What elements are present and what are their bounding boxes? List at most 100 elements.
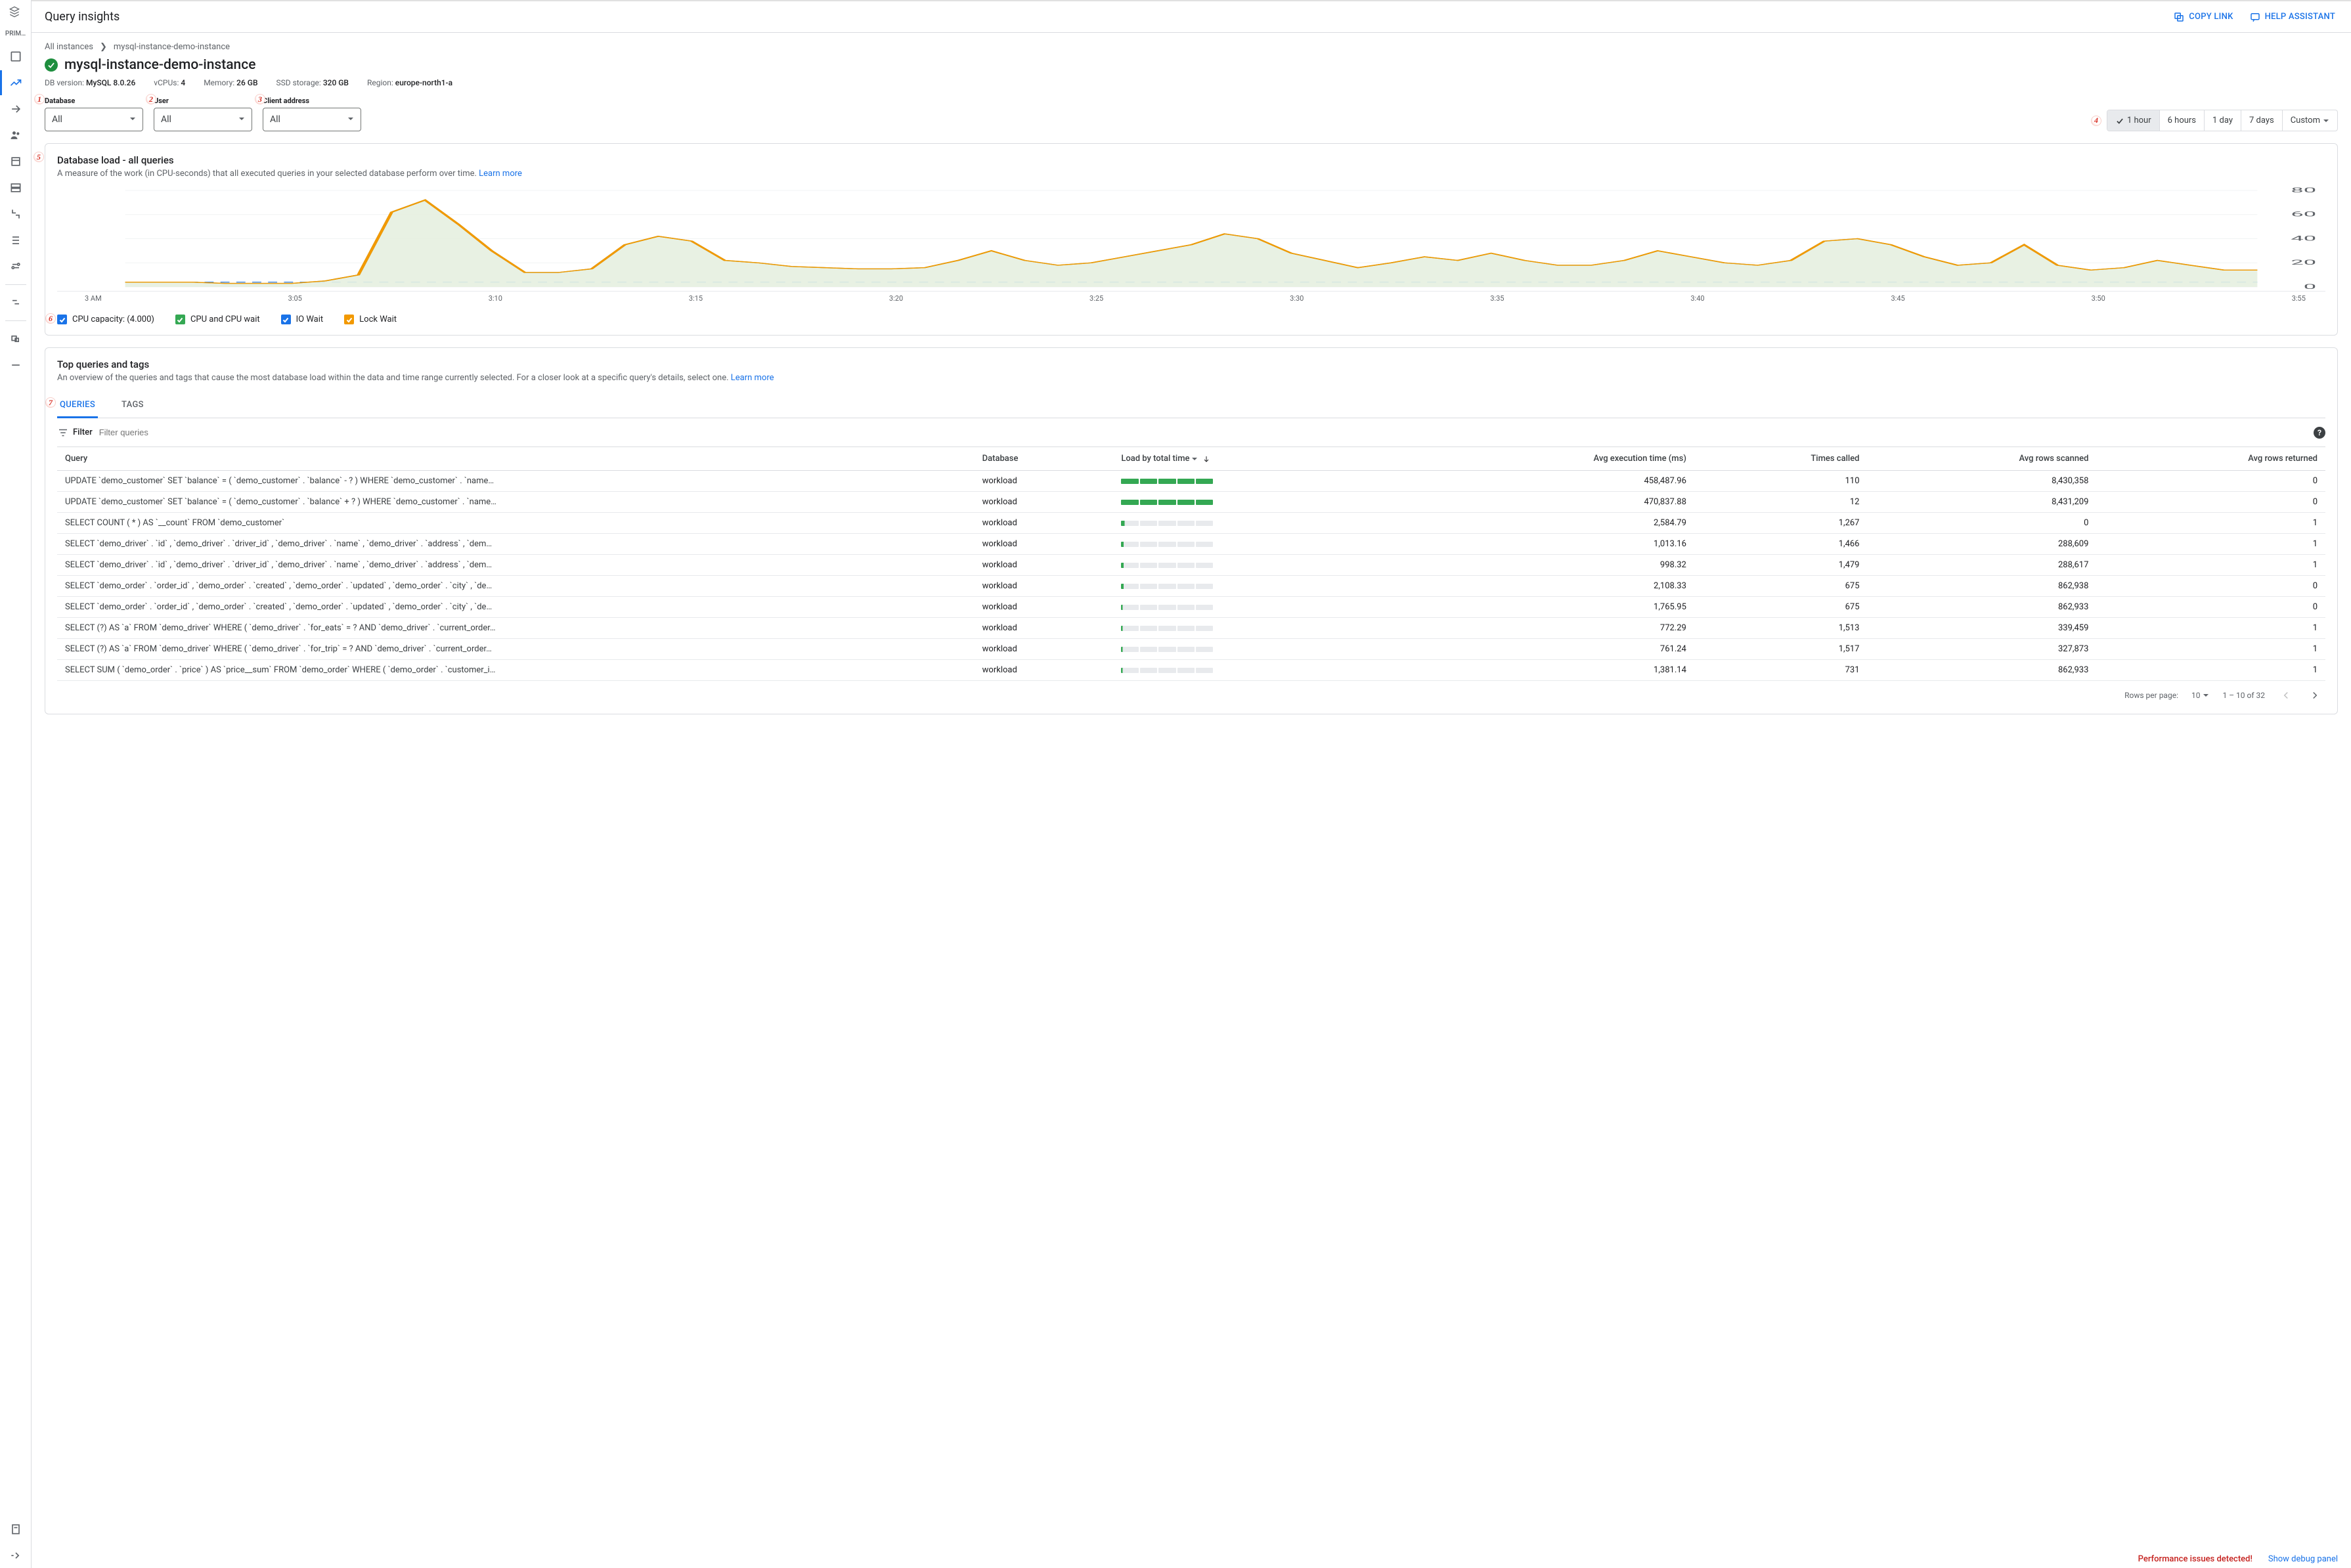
rail-item-migrate[interactable] (3, 97, 29, 121)
rail-item-dashboard[interactable] (3, 44, 29, 69)
rail-item-misc3[interactable] (3, 353, 29, 378)
database-filter-select[interactable]: All (45, 108, 143, 131)
cell-called: 12 (1694, 492, 1868, 513)
x-tick: 3:05 (288, 294, 302, 303)
rail-item-insights[interactable] (3, 70, 29, 95)
filter-input[interactable] (97, 424, 2310, 441)
table-row[interactable]: SELECT (?) AS `a` FROM `demo_driver` WHE… (57, 639, 2325, 660)
product-logo-icon (8, 5, 24, 21)
instance-name: mysql-instance-demo-instance (64, 57, 255, 73)
time-segment-1-day[interactable]: 1 day (2205, 110, 2241, 131)
svg-text:60: 60 (2291, 211, 2316, 219)
cell-load (1113, 618, 1402, 639)
time-segment-6-hours[interactable]: 6 hours (2160, 110, 2205, 131)
help-assistant-button[interactable]: HELP ASSISTANT (2249, 11, 2335, 23)
col-header[interactable]: Avg rows scanned (1868, 447, 2097, 471)
page-title: Query insights (45, 10, 120, 24)
load-bar (1121, 626, 1213, 631)
rail-item-backups[interactable] (3, 175, 29, 200)
show-debug-link[interactable]: Show debug panel (2268, 1554, 2338, 1564)
legend-item[interactable]: CPU and CPU wait (175, 315, 260, 324)
legend-item[interactable]: Lock Wait (344, 315, 397, 324)
col-header[interactable]: Query (57, 447, 975, 471)
load-bar (1121, 521, 1213, 526)
cell-load (1113, 555, 1402, 576)
cell-exec: 998.32 (1403, 555, 1694, 576)
cell-database: workload (975, 597, 1114, 618)
cell-query: SELECT COUNT ( * ) AS `__count` FROM `de… (57, 513, 975, 534)
cell-called: 675 (1694, 576, 1868, 597)
load-bar (1121, 500, 1213, 505)
load-chart[interactable]: 020406080 (57, 186, 2325, 292)
learn-more-link[interactable]: Learn more (479, 169, 522, 179)
cell-exec: 458,487.96 (1403, 471, 1694, 492)
user-filter-select[interactable]: All (154, 108, 252, 131)
table-pager: Rows per page: 10 1 – 10 of 32 (57, 681, 2325, 703)
table-row[interactable]: UPDATE `demo_customer` SET `balance` = (… (57, 471, 2325, 492)
table-row[interactable]: SELECT `demo_order` . `order_id` , `demo… (57, 576, 2325, 597)
col-header[interactable]: Database (975, 447, 1114, 471)
table-row[interactable]: SELECT `demo_driver` . `id` , `demo_driv… (57, 534, 2325, 555)
cell-exec: 761.24 (1403, 639, 1694, 660)
copy-link-button[interactable]: COPY LINK (2173, 11, 2233, 23)
help-icon[interactable]: ? (2314, 427, 2325, 439)
breadcrumb-root[interactable]: All instances (45, 42, 93, 52)
cell-returned: 1 (2096, 660, 2325, 681)
legend-item[interactable]: CPU capacity: (4.000) (57, 315, 154, 324)
x-tick: 3:50 (2092, 294, 2105, 303)
rail-item-release-notes[interactable] (3, 1517, 29, 1542)
tab-tags[interactable]: TAGS (119, 393, 146, 418)
rail-item-users[interactable] (3, 123, 29, 148)
time-segment-7-days[interactable]: 7 days (2241, 110, 2283, 131)
load-bar (1121, 563, 1213, 568)
col-header[interactable]: Avg execution time (ms) (1403, 447, 1694, 471)
learn-more-link[interactable]: Learn more (731, 373, 774, 383)
checkbox-icon (344, 315, 354, 324)
top-queries-subtitle: An overview of the queries and tags that… (57, 373, 2325, 383)
x-tick: 3:40 (1690, 294, 1704, 303)
x-tick: 3:55 (2292, 294, 2306, 303)
rail-item-replicas[interactable] (3, 202, 29, 227)
table-row[interactable]: SELECT (?) AS `a` FROM `demo_driver` WHE… (57, 618, 2325, 639)
load-bar (1121, 668, 1213, 673)
rail-item-databases[interactable] (3, 149, 29, 174)
checkbox-icon (57, 315, 67, 324)
footer-bar: Performance issues detected! Show debug … (32, 1552, 2351, 1568)
rail-item-operations[interactable] (3, 228, 29, 253)
rows-per-page-select[interactable]: 10 (2191, 691, 2210, 700)
cell-returned: 1 (2096, 639, 2325, 660)
rail-item-config[interactable] (3, 254, 29, 279)
time-segment-1-hour[interactable]: 1 hour (2107, 110, 2160, 131)
cell-exec: 1,013.16 (1403, 534, 1694, 555)
instance-header: mysql-instance-demo-instance (45, 56, 2338, 78)
pager-next-button[interactable] (2307, 687, 2323, 703)
svg-text:20: 20 (2291, 259, 2316, 267)
rail-item-misc1[interactable] (3, 290, 29, 315)
table-row[interactable]: SELECT `demo_driver` . `id` , `demo_driv… (57, 555, 2325, 576)
cell-database: workload (975, 471, 1114, 492)
time-segment-custom[interactable]: Custom (2283, 110, 2337, 131)
pager-prev-button[interactable] (2278, 687, 2294, 703)
cell-returned: 1 (2096, 618, 2325, 639)
cell-query: SELECT `demo_order` . `order_id` , `demo… (57, 597, 975, 618)
table-row[interactable]: SELECT COUNT ( * ) AS `__count` FROM `de… (57, 513, 2325, 534)
cell-called: 1,517 (1694, 639, 1868, 660)
table-row[interactable]: SELECT `demo_order` . `order_id` , `demo… (57, 597, 2325, 618)
rail-collapse[interactable] (3, 1543, 29, 1568)
chevron-left-icon (2280, 689, 2292, 701)
table-row[interactable]: SELECT SUM ( `demo_order` . `price` ) AS… (57, 660, 2325, 681)
table-row[interactable]: UPDATE `demo_customer` SET `balance` = (… (57, 492, 2325, 513)
tab-queries[interactable]: QUERIES (57, 393, 98, 418)
col-header[interactable]: Avg rows returned (2096, 447, 2325, 471)
cell-scanned: 327,873 (1868, 639, 2097, 660)
left-nav-rail: PRIM… (0, 0, 32, 1568)
rail-item-misc2[interactable] (3, 326, 29, 351)
performance-warning: Performance issues detected! (2138, 1554, 2252, 1564)
col-header[interactable]: Load by total time (1113, 447, 1402, 471)
col-header[interactable]: Times called (1694, 447, 1868, 471)
client-filter-select[interactable]: All (263, 108, 361, 131)
meta-item: Memory: 26 GB (204, 78, 257, 87)
legend-item[interactable]: IO Wait (281, 315, 324, 324)
checkbox-icon (175, 315, 185, 324)
cell-returned: 0 (2096, 492, 2325, 513)
